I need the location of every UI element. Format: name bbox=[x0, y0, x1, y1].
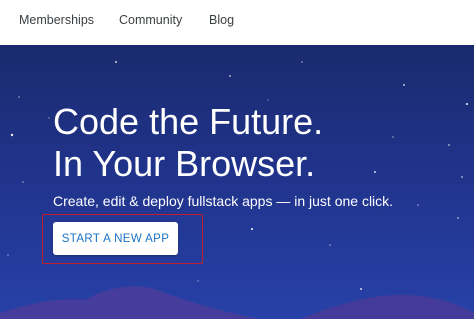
hero-section: Code the Future. In Your Browser. Create… bbox=[0, 45, 474, 319]
start-new-app-button[interactable]: START A NEW APP bbox=[53, 222, 178, 255]
page: Memberships Community Blog Code the Futu… bbox=[0, 0, 474, 319]
nav-link-blog[interactable]: Blog bbox=[209, 13, 234, 27]
hero-headline: Code the Future. In Your Browser. bbox=[53, 101, 323, 185]
nav-link-community[interactable]: Community bbox=[119, 13, 182, 27]
headline-line-1: Code the Future. bbox=[53, 101, 324, 142]
top-navigation: Memberships Community Blog bbox=[0, 0, 474, 45]
hero-subtitle: Create, edit & deploy fullstack apps — i… bbox=[53, 193, 394, 209]
headline-line-2: In Your Browser. bbox=[53, 143, 316, 184]
nav-link-memberships[interactable]: Memberships bbox=[19, 13, 94, 27]
